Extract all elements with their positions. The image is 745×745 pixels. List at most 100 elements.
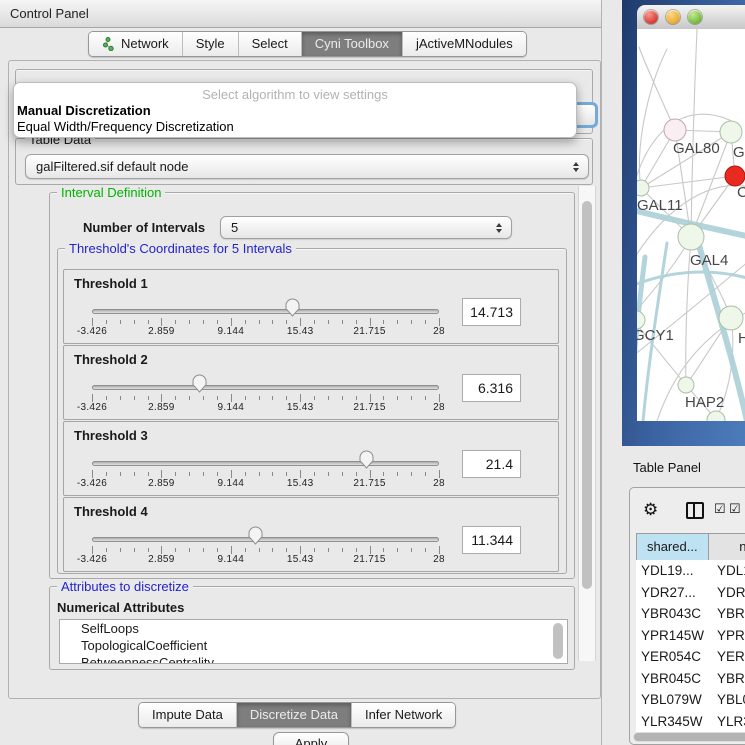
zoom-traffic-button[interactable] [688, 10, 702, 24]
checkbox-icon[interactable]: ☑ [714, 501, 726, 517]
node-label: GAL4 [690, 252, 728, 269]
tab-label: Network [121, 32, 169, 56]
cell-name: YBL0 [708, 689, 745, 711]
slider-handle[interactable] [285, 298, 300, 317]
close-traffic-button[interactable] [644, 10, 658, 24]
tab-infer-network[interactable]: Infer Network [352, 703, 455, 727]
tick-mark [259, 320, 260, 324]
cell-name: YER0 [708, 646, 745, 668]
tab-jactivemnodules[interactable]: jActiveMNodules [403, 32, 526, 56]
table-row[interactable]: YBR043CYBR0 [636, 603, 745, 625]
column-header-name[interactable]: n... [709, 534, 745, 560]
tick-label: 2.859 [148, 326, 175, 337]
table-row[interactable]: YBL079WYBL0 [636, 689, 745, 711]
network-node-selected[interactable] [725, 166, 745, 186]
intervals-combobox[interactable]: 5 [220, 216, 512, 239]
dropdown-option-manual[interactable]: Manual Discretization [14, 103, 576, 119]
tick-mark [217, 548, 218, 552]
tick-mark [286, 396, 287, 400]
slider-handle[interactable] [192, 374, 207, 393]
tick-label: 9.144 [218, 554, 245, 565]
apply-button[interactable]: Apply [273, 732, 349, 745]
network-node[interactable] [678, 377, 694, 393]
table-row[interactable]: YER054CYER0 [636, 646, 745, 668]
column-header-shared-name[interactable]: shared... [636, 534, 709, 560]
tick-mark [175, 320, 176, 324]
tab-impute-data[interactable]: Impute Data [139, 703, 237, 727]
tick-mark [314, 320, 315, 324]
tab-discretize-data[interactable]: Discretize Data [237, 703, 352, 727]
panel-scrollbar-thumb[interactable] [582, 201, 592, 589]
slider-handle[interactable] [248, 526, 263, 545]
tab-style[interactable]: Style [183, 32, 239, 56]
table-hscrollbar-track[interactable] [633, 732, 745, 742]
tick-mark [342, 472, 343, 476]
network-window-titlebar[interactable] [637, 5, 745, 30]
tab-cyni-toolbox[interactable]: Cyni Toolbox [302, 32, 403, 56]
tick-mark [203, 472, 204, 476]
slider-track[interactable] [92, 537, 439, 542]
table-hscrollbar-thumb[interactable] [634, 733, 745, 741]
tick-mark [342, 320, 343, 324]
table-row[interactable]: YLR345WYLR3 [636, 711, 745, 733]
network-node[interactable] [720, 121, 742, 143]
split-columns-icon[interactable] [686, 502, 704, 519]
cell-shared-name: YDL19... [636, 560, 708, 582]
gear-icon[interactable]: ⚙ [643, 501, 658, 518]
table-row[interactable]: YDR27...YDR2 [636, 582, 745, 604]
tick-mark [231, 318, 232, 326]
attribute-list-item[interactable]: SelfLoops [60, 620, 567, 637]
slider-track[interactable] [92, 309, 439, 314]
panel-scrollbar-track[interactable] [578, 186, 596, 661]
tick-mark [175, 548, 176, 552]
tick-mark [328, 548, 329, 552]
tick-label: 28 [433, 478, 445, 489]
table-row[interactable]: YBR045CYBR0 [636, 668, 745, 690]
tab-network[interactable]: Network [89, 32, 183, 56]
slider-track[interactable] [92, 461, 439, 466]
interval-group-title: Interval Definition [57, 185, 165, 200]
slider-track[interactable] [92, 385, 439, 390]
attributes-group-title: Attributes to discretize [57, 579, 193, 594]
threshold-value-field[interactable]: 14.713 [462, 298, 521, 326]
table-data-combobox[interactable]: galFiltered.sif default node [25, 154, 589, 179]
threshold-value-field[interactable]: 6.316 [462, 374, 521, 402]
network-node[interactable] [637, 180, 649, 196]
tick-mark [161, 318, 162, 326]
network-canvas[interactable]: GAL80 G. C GAL11 GAL4 GCY1 H HAP2 [637, 29, 745, 421]
attribute-list-item[interactable]: BetweennessCentrality [60, 654, 567, 664]
tick-label: 15.43 [287, 326, 314, 337]
threshold-value-field[interactable]: 11.344 [462, 526, 521, 554]
threshold-value-field[interactable]: 21.4 [462, 450, 521, 478]
tick-mark [397, 396, 398, 400]
tick-mark [370, 394, 371, 402]
minimize-traffic-button[interactable] [666, 10, 680, 24]
tick-mark [106, 472, 107, 476]
dropdown-prompt-option[interactable]: Select algorithm to view settings [14, 87, 576, 103]
tick-label: 9.144 [218, 402, 245, 413]
slider-handle[interactable] [359, 450, 374, 469]
tick-mark [161, 470, 162, 478]
network-node[interactable] [719, 306, 743, 330]
table-row[interactable]: YPR145WYPR1 [636, 625, 745, 647]
tab-select[interactable]: Select [239, 32, 302, 56]
tick-mark [106, 548, 107, 552]
attribute-list-item[interactable]: TopologicalCoefficient [60, 637, 567, 654]
tick-mark [189, 548, 190, 552]
threshold-label: Threshold 1 [74, 276, 148, 291]
tick-label: 28 [433, 554, 445, 565]
tick-mark [286, 320, 287, 324]
tick-mark [425, 548, 426, 552]
network-node[interactable] [678, 224, 704, 250]
tick-mark [439, 546, 440, 554]
tick-mark [356, 396, 357, 400]
list-scrollbar-thumb[interactable] [553, 623, 563, 659]
checkbox-icon[interactable]: ☑ [729, 501, 741, 517]
tick-mark [286, 548, 287, 552]
dropdown-option-equal-width[interactable]: Equal Width/Frequency Discretization [14, 119, 576, 135]
network-node[interactable] [664, 119, 686, 141]
table-row[interactable]: YDL19...YDL1 [636, 560, 745, 582]
tick-mark [383, 548, 384, 552]
node-label: C [737, 184, 745, 201]
tick-mark [425, 396, 426, 400]
